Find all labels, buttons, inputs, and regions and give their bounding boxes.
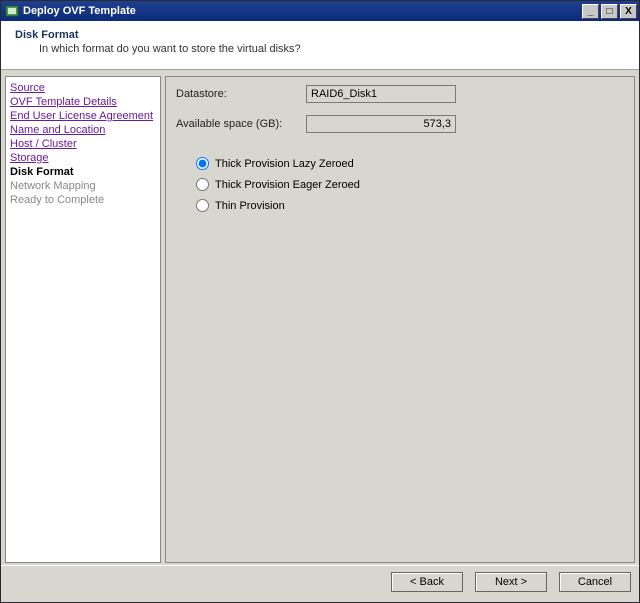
cancel-button[interactable]: Cancel (559, 572, 631, 592)
provision-radio-group: Thick Provision Lazy Zeroed Thick Provis… (176, 157, 624, 212)
datastore-row: Datastore: RAID6_Disk1 (176, 85, 624, 103)
window: Deploy OVF Template _ □ X Disk Format In… (0, 0, 640, 603)
sidebar-item-network-mapping: Network Mapping (10, 179, 156, 193)
titlebar: Deploy OVF Template _ □ X (1, 1, 639, 21)
minimize-button[interactable]: _ (582, 4, 599, 19)
radio-thick-eager[interactable]: Thick Provision Eager Zeroed (196, 178, 624, 191)
radio-thin-label: Thin Provision (215, 200, 285, 212)
header: Disk Format In which format do you want … (1, 21, 639, 70)
body: Source OVF Template Details End User Lic… (1, 70, 639, 565)
space-label: Available space (GB): (176, 118, 306, 130)
sidebar-item-name-location[interactable]: Name and Location (10, 123, 156, 137)
sidebar-item-ovf-details[interactable]: OVF Template Details (10, 95, 156, 109)
window-controls: _ □ X (580, 4, 637, 19)
next-button[interactable]: Next > (475, 572, 547, 592)
wizard-buttons: < Back Next > Cancel (1, 565, 639, 602)
datastore-value: RAID6_Disk1 (306, 85, 456, 103)
radio-thick-eager-input[interactable] (196, 178, 209, 191)
window-title: Deploy OVF Template (23, 5, 580, 17)
sidebar-item-source[interactable]: Source (10, 81, 156, 95)
datastore-label: Datastore: (176, 88, 306, 100)
back-button[interactable]: < Back (391, 572, 463, 592)
app-icon (5, 4, 19, 18)
radio-thick-lazy-input[interactable] (196, 157, 209, 170)
radio-thick-eager-label: Thick Provision Eager Zeroed (215, 179, 360, 191)
page-subtitle: In which format do you want to store the… (39, 43, 625, 55)
radio-thin-input[interactable] (196, 199, 209, 212)
page-title: Disk Format (15, 29, 625, 41)
close-button[interactable]: X (620, 4, 637, 19)
sidebar-item-disk-format: Disk Format (10, 165, 156, 179)
content-pane: Datastore: RAID6_Disk1 Available space (… (165, 76, 635, 563)
sidebar-item-eula[interactable]: End User License Agreement (10, 109, 156, 123)
radio-thick-lazy-label: Thick Provision Lazy Zeroed (215, 158, 354, 170)
wizard-sidebar: Source OVF Template Details End User Lic… (5, 76, 161, 563)
sidebar-item-host-cluster[interactable]: Host / Cluster (10, 137, 156, 151)
space-value: 573,3 (306, 115, 456, 133)
maximize-button[interactable]: □ (601, 4, 618, 19)
sidebar-item-storage[interactable]: Storage (10, 151, 156, 165)
space-row: Available space (GB): 573,3 (176, 115, 624, 133)
radio-thin[interactable]: Thin Provision (196, 199, 624, 212)
sidebar-item-ready-complete: Ready to Complete (10, 193, 156, 207)
radio-thick-lazy[interactable]: Thick Provision Lazy Zeroed (196, 157, 624, 170)
